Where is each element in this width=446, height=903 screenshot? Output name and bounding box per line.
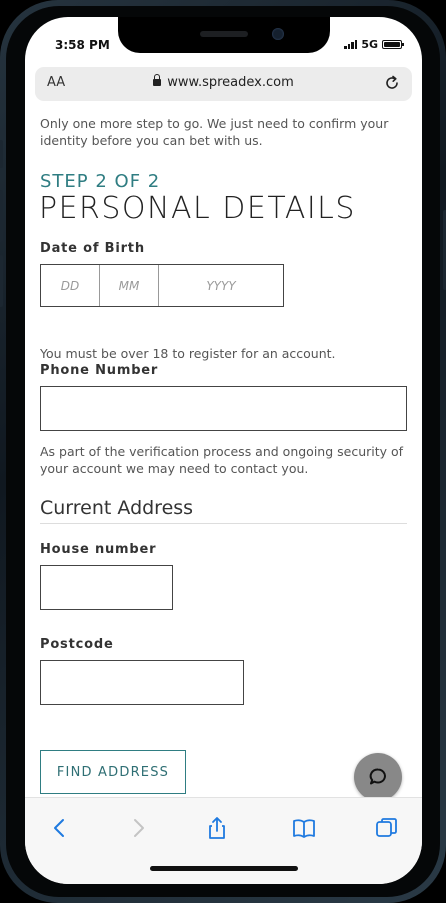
dob-year-input[interactable]: YYYY — [159, 265, 283, 306]
camera — [272, 28, 284, 40]
signal-icon — [344, 40, 358, 49]
intro-text: Only one more step to go. We just need t… — [40, 116, 389, 148]
dob-month-input[interactable]: MM — [100, 265, 159, 306]
address-heading: Current Address — [40, 497, 194, 519]
postcode-label: Postcode — [40, 637, 114, 652]
house-number-label: House number — [40, 542, 157, 557]
screen: 3:58 PM 5G AA www.spreadex.com Only one … — [25, 17, 422, 884]
battery-icon — [382, 40, 404, 49]
url-text: www.spreadex.com — [167, 75, 294, 90]
chat-button[interactable] — [354, 753, 402, 801]
chat-bubble-icon — [369, 768, 386, 785]
tabs-icon[interactable] — [374, 816, 400, 840]
status-indicators: 5G — [344, 38, 404, 51]
bookmarks-icon[interactable] — [291, 816, 317, 840]
volume-up-button — [0, 190, 3, 242]
status-time: 3:58 PM — [55, 38, 110, 52]
postcode-input[interactable] — [40, 660, 244, 705]
dob-label: Date of Birth — [40, 241, 145, 256]
mute-switch — [0, 140, 3, 168]
volume-down-button — [0, 255, 3, 307]
phone-frame: 3:58 PM 5G AA www.spreadex.com Only one … — [0, 0, 446, 903]
forward-icon[interactable] — [125, 816, 151, 840]
share-icon[interactable] — [204, 816, 230, 840]
dob-fields: DD MM YYYY — [40, 264, 284, 307]
speaker — [200, 31, 248, 37]
find-address-button[interactable]: FIND ADDRESS — [40, 750, 186, 794]
address-divider — [40, 523, 407, 524]
house-number-input[interactable] — [40, 565, 173, 610]
dob-note: You must be over 18 to register for an a… — [40, 346, 336, 361]
network-label: 5G — [361, 38, 378, 51]
step-indicator: STEP 2 OF 2 — [40, 171, 161, 192]
lock-icon — [153, 74, 162, 86]
dob-day-input[interactable]: DD — [41, 265, 100, 306]
page-title: PERSONAL DETAILS — [39, 191, 356, 226]
url-display[interactable]: www.spreadex.com — [35, 74, 412, 90]
phone-note: As part of the verification process and … — [40, 444, 404, 476]
address-bar[interactable]: AA www.spreadex.com — [35, 67, 412, 101]
back-icon[interactable] — [47, 816, 73, 840]
reload-icon[interactable] — [382, 73, 402, 93]
phone-input[interactable] — [40, 386, 407, 431]
home-indicator — [150, 866, 298, 871]
notch — [118, 17, 330, 53]
phone-label: Phone Number — [40, 363, 159, 378]
